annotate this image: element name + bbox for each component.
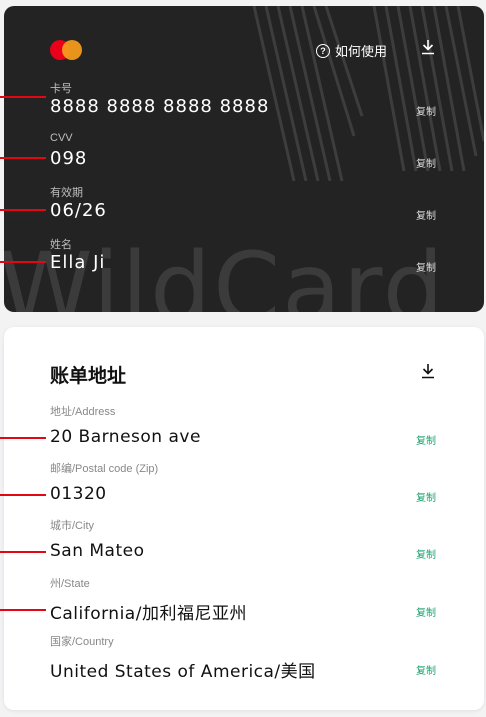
address-value: 20 Barneson ave: [50, 427, 201, 447]
annotation-line: [0, 437, 46, 439]
city-value: San Mateo: [50, 541, 145, 561]
annotation-line: [0, 261, 46, 263]
state-value: California/加利福尼亚州: [50, 604, 247, 624]
card-stripe-pattern: [252, 6, 484, 181]
copy-name-button[interactable]: 复制: [416, 259, 436, 274]
download-icon[interactable]: [420, 39, 436, 55]
name-label: 姓名: [50, 239, 72, 251]
how-to-use-button[interactable]: ? 如何使用: [316, 41, 387, 60]
mastercard-logo: [50, 38, 88, 62]
copy-address-button[interactable]: 复制: [416, 432, 436, 447]
billing-address-card: 账单地址 地址/Address 20 Barneson ave 复制 邮编/Po…: [4, 327, 484, 710]
cvv-label: CVV: [50, 132, 73, 144]
copy-city-button[interactable]: 复制: [416, 546, 436, 561]
copy-zip-button[interactable]: 复制: [416, 489, 436, 504]
virtual-card: WildCard ? 如何使用 卡号 8888 8888 8888 8888 复…: [4, 6, 484, 312]
copy-card-number-button[interactable]: 复制: [416, 103, 436, 118]
annotation-line: [0, 209, 46, 211]
cvv-value: 098: [50, 148, 88, 169]
copy-expiry-button[interactable]: 复制: [416, 207, 436, 222]
zip-label: 邮编/Postal code (Zip): [50, 463, 159, 475]
copy-country-button[interactable]: 复制: [416, 662, 436, 677]
expiry-value: 06/26: [50, 200, 107, 221]
country-label: 国家/Country: [50, 636, 114, 648]
country-value: United States of America/美国: [50, 662, 316, 682]
name-value: Ella Ji: [50, 252, 106, 273]
annotation-line: [0, 551, 46, 553]
zip-value: 01320: [50, 484, 107, 504]
copy-state-button[interactable]: 复制: [416, 604, 436, 619]
state-label: 州/State: [50, 578, 90, 590]
download-icon[interactable]: [420, 363, 436, 379]
card-number-label: 卡号: [50, 83, 72, 95]
card-number-value: 8888 8888 8888 8888: [50, 96, 270, 117]
question-circle-icon: ?: [316, 43, 330, 58]
copy-cvv-button[interactable]: 复制: [416, 155, 436, 170]
annotation-line: [0, 494, 46, 496]
annotation-line: [0, 157, 46, 159]
expiry-label: 有效期: [50, 187, 83, 199]
annotation-line: [0, 609, 46, 611]
billing-title: 账单地址: [50, 366, 127, 387]
annotation-line: [0, 96, 46, 98]
how-to-use-label: 如何使用: [335, 44, 388, 59]
city-label: 城市/City: [50, 520, 94, 532]
address-label: 地址/Address: [50, 406, 116, 418]
